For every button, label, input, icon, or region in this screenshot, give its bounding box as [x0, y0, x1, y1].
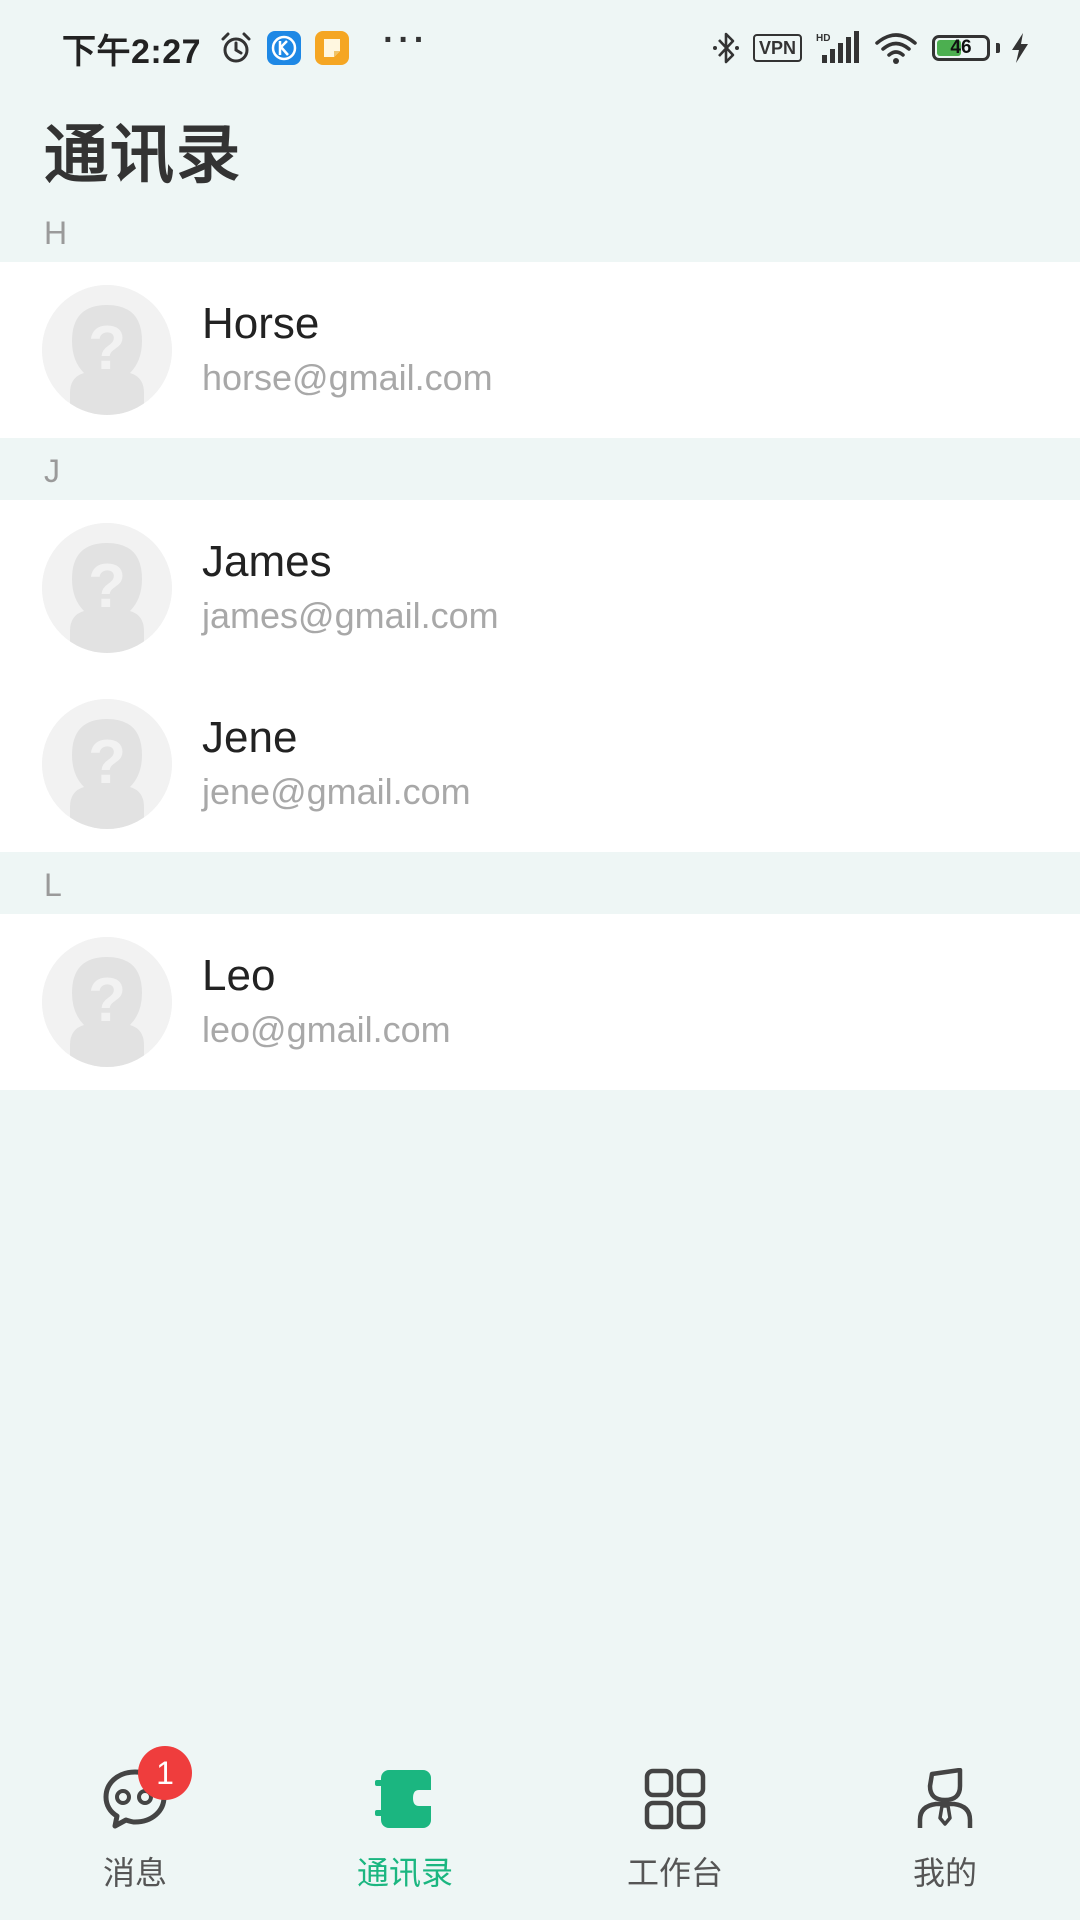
bluetooth-icon [712, 31, 739, 65]
nav-item-messages[interactable]: 1 消息 [0, 1744, 270, 1920]
unread-badge: 1 [138, 1746, 192, 1800]
section-letter: J [44, 452, 60, 489]
contact-list: H ? Horse horse@gmail.com J ? James jame… [0, 204, 1080, 1090]
bottom-nav: 1 消息 通讯录 工作台 我的 [0, 1744, 1080, 1920]
section-header-j: J [0, 442, 1080, 500]
contact-email: james@gmail.com [202, 595, 499, 636]
contact-name: Horse [202, 299, 320, 348]
svg-text:?: ? [88, 966, 126, 1035]
contact-row-jene[interactable]: ? Jene jene@gmail.com [0, 694, 1080, 834]
more-notifications-icon: ··· [383, 21, 430, 59]
nav-label: 工作台 [626, 1855, 723, 1891]
nav-label: 通讯录 [356, 1855, 453, 1891]
contact-book-icon [368, 1762, 442, 1836]
default-avatar-icon: ? [42, 937, 172, 1067]
contact-email: leo@gmail.com [202, 1009, 451, 1050]
contact-email: jene@gmail.com [202, 771, 471, 812]
default-avatar-icon: ? [42, 285, 172, 415]
status-left: 下午2:27 ··· [62, 21, 430, 73]
nav-item-me[interactable]: 我的 [810, 1744, 1080, 1920]
section-header-h: H [0, 204, 1080, 262]
contact-row-james[interactable]: ? James james@gmail.com [0, 518, 1080, 658]
status-bar: 下午2:27 ··· VPN HD 46 [0, 0, 1080, 96]
page-title: 通讯录 [44, 119, 242, 191]
nav-item-workbench[interactable]: 工作台 [540, 1744, 810, 1920]
battery-tip [996, 43, 1000, 53]
status-right: VPN HD 46 [712, 31, 1030, 65]
notes-app-notification-icon [315, 31, 350, 65]
default-avatar-icon: ? [42, 523, 172, 653]
nav-label: 消息 [102, 1855, 167, 1891]
status-time: 下午2:27 [62, 32, 202, 71]
svg-text:HD: HD [816, 33, 830, 44]
nav-item-contacts[interactable]: 通讯录 [270, 1744, 540, 1920]
grid-icon [638, 1762, 712, 1836]
section-body-l: ? Leo leo@gmail.com [0, 914, 1080, 1090]
vpn-indicator: VPN [752, 34, 802, 62]
default-avatar-icon: ? [42, 699, 172, 829]
alarm-clock-icon [219, 31, 253, 65]
battery-indicator: 46 [932, 35, 990, 61]
chat-bubble-icon: 1 [98, 1746, 192, 1836]
contact-name: James [202, 537, 332, 586]
person-icon [908, 1762, 982, 1836]
svg-text:?: ? [88, 728, 126, 797]
section-body-j: ? James james@gmail.com ? Jene jene@gmai… [0, 500, 1080, 852]
contact-name: Jene [202, 713, 298, 762]
contact-text: Leo leo@gmail.com [202, 950, 451, 1054]
contact-row-leo[interactable]: ? Leo leo@gmail.com [0, 932, 1080, 1072]
contact-email: horse@gmail.com [202, 357, 493, 398]
svg-text:?: ? [88, 314, 126, 383]
contact-text: Jene jene@gmail.com [202, 712, 471, 816]
hd-signal-icon: HD [816, 31, 860, 65]
charging-bolt-icon [1010, 32, 1030, 64]
k-app-notification-icon [267, 31, 302, 65]
wifi-icon [874, 31, 918, 65]
nav-label: 我的 [912, 1855, 977, 1891]
contact-row-horse[interactable]: ? Horse horse@gmail.com [0, 280, 1080, 420]
contact-name: Leo [202, 951, 276, 1000]
section-letter: H [44, 214, 68, 251]
section-body-h: ? Horse horse@gmail.com [0, 262, 1080, 438]
contact-text: Horse horse@gmail.com [202, 298, 493, 402]
svg-text:?: ? [88, 552, 126, 621]
section-letter: L [44, 866, 62, 903]
section-header-l: L [0, 856, 1080, 914]
battery-level: 46 [950, 37, 972, 58]
contact-text: James james@gmail.com [202, 536, 499, 640]
